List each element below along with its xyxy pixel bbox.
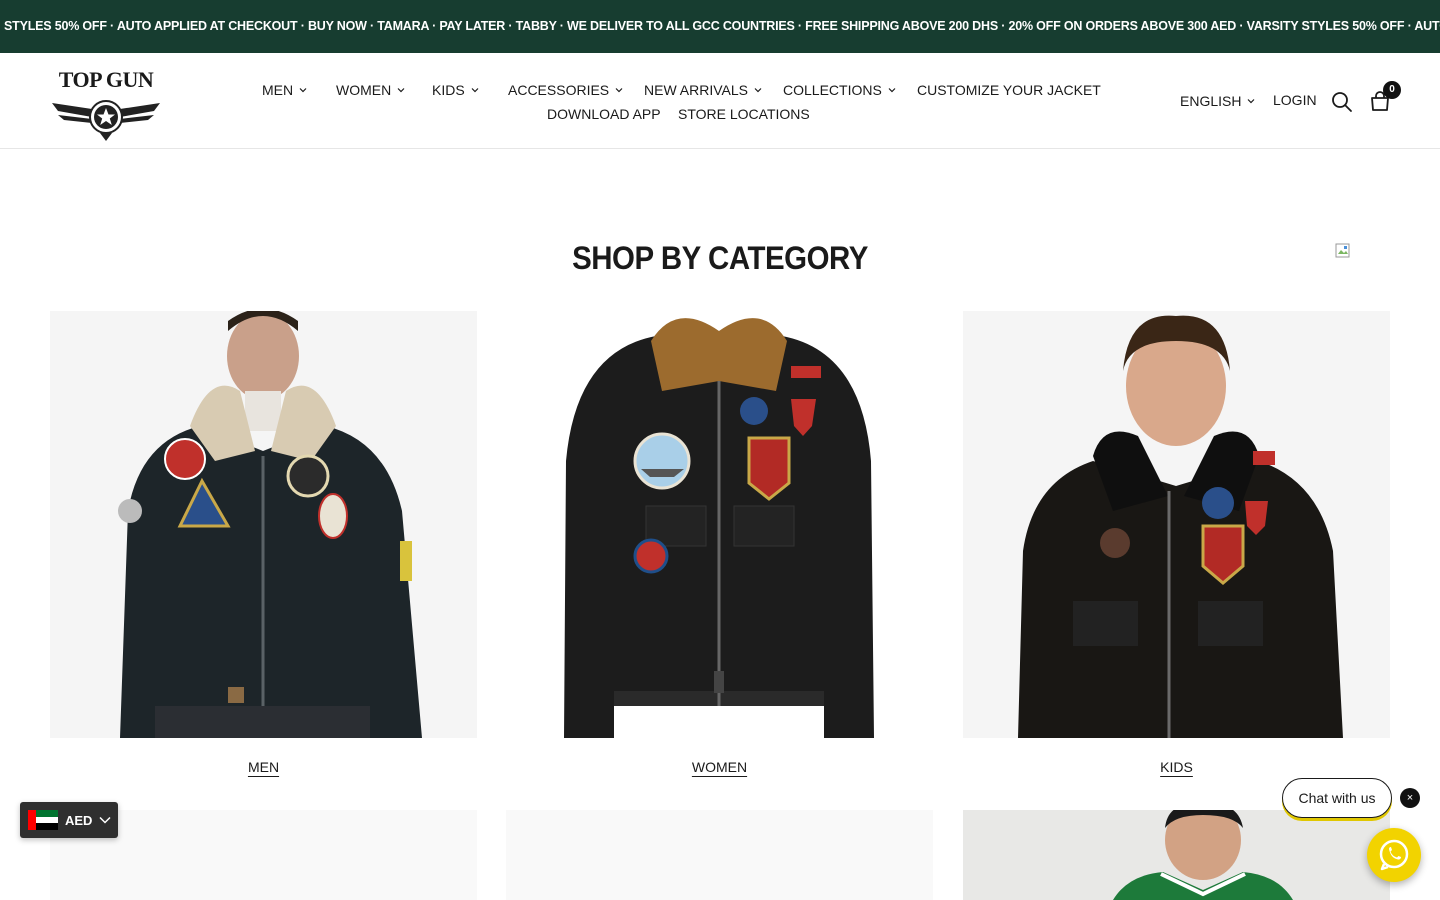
currency-selector[interactable]: AED <box>20 802 118 838</box>
nav-customize-jacket[interactable]: CUSTOMIZE YOUR JACKET <box>917 82 1101 98</box>
login-link[interactable]: LOGIN <box>1273 92 1317 108</box>
cart-count-badge: 0 <box>1383 81 1401 99</box>
announcement-text: STYLES 50% OFF · AUTO APPLIED AT CHECKOU… <box>4 19 1440 33</box>
chat-with-us-button[interactable]: Chat with us <box>1282 778 1392 818</box>
category-image-kids[interactable] <box>963 311 1390 738</box>
nav-accessories[interactable]: ACCESSORIES <box>508 82 623 98</box>
cart-button[interactable]: 0 <box>1369 81 1401 114</box>
language-label: ENGLISH <box>1180 93 1242 109</box>
logo-emblem-icon <box>52 100 160 141</box>
category-image-women[interactable] <box>506 311 933 738</box>
nav-new-arrivals[interactable]: NEW ARRIVALS <box>644 82 762 98</box>
nav-download-app-label: DOWNLOAD APP <box>547 106 661 122</box>
login-label: LOGIN <box>1273 92 1317 108</box>
men-jacket-photo <box>50 311 477 738</box>
currency-label: AED <box>65 812 93 828</box>
nav-men[interactable]: MEN <box>262 82 307 98</box>
nav-kids[interactable]: KIDS <box>432 82 479 98</box>
chevron-down-icon <box>99 816 111 824</box>
logo[interactable]: TOP GUN <box>48 67 164 141</box>
nav-men-label: MEN <box>262 82 294 98</box>
category-label-kids[interactable]: KIDS <box>963 759 1390 775</box>
nav-kids-label: KIDS <box>432 82 465 98</box>
search-icon <box>1332 92 1352 112</box>
uae-flag-icon <box>28 810 58 830</box>
site-header: TOP GUN MEN WOMEN KIDS ACCESSORIES NEW A… <box>0 53 1440 149</box>
nav-store-locations[interactable]: STORE LOCATIONS <box>678 106 810 122</box>
category-card-kids[interactable]: KIDS <box>963 311 1390 775</box>
chevron-down-icon <box>471 88 479 93</box>
announcement-bar: STYLES 50% OFF · AUTO APPLIED AT CHECKOU… <box>0 0 1440 53</box>
kids-jacket-photo <box>963 311 1390 738</box>
nav-customize-jacket-label: CUSTOMIZE YOUR JACKET <box>917 82 1101 98</box>
category-label-men[interactable]: MEN <box>50 759 477 775</box>
varsity-jacket-photo <box>963 810 1390 900</box>
language-selector[interactable]: ENGLISH <box>1180 93 1255 109</box>
chevron-down-icon <box>754 88 762 93</box>
nav-women[interactable]: WOMEN <box>336 82 405 98</box>
chevron-down-icon <box>888 88 896 93</box>
nav-new-arrivals-label: NEW ARRIVALS <box>644 82 748 98</box>
category-label-women[interactable]: WOMEN <box>506 759 933 775</box>
chevron-down-icon <box>299 88 307 93</box>
search-button[interactable] <box>1331 91 1353 113</box>
nav-store-locations-label: STORE LOCATIONS <box>678 106 810 122</box>
section-title: SHOP BY CATEGORY <box>572 240 868 276</box>
nav-collections-label: COLLECTIONS <box>783 82 882 98</box>
whatsapp-button[interactable] <box>1367 828 1421 882</box>
whatsapp-icon <box>1379 839 1409 871</box>
chevron-down-icon <box>615 88 623 93</box>
nav-download-app[interactable]: DOWNLOAD APP <box>547 106 661 122</box>
nav-accessories-label: ACCESSORIES <box>508 82 610 98</box>
nav-collections[interactable]: COLLECTIONS <box>783 82 896 98</box>
category-card-row2-3[interactable] <box>963 810 1390 900</box>
chevron-down-icon <box>397 88 405 93</box>
category-card-men[interactable]: MEN <box>50 311 477 775</box>
women-jacket-photo <box>506 311 933 738</box>
chat-label: Chat with us <box>1298 790 1376 806</box>
broken-image-icon <box>1335 243 1350 258</box>
chevron-down-icon <box>1248 99 1255 104</box>
category-card-women[interactable]: WOMEN <box>506 311 933 775</box>
nav-women-label: WOMEN <box>336 82 392 98</box>
category-image-men[interactable] <box>50 311 477 738</box>
category-card-row2-2[interactable] <box>506 810 933 900</box>
chat-close-button[interactable]: × <box>1400 788 1420 808</box>
